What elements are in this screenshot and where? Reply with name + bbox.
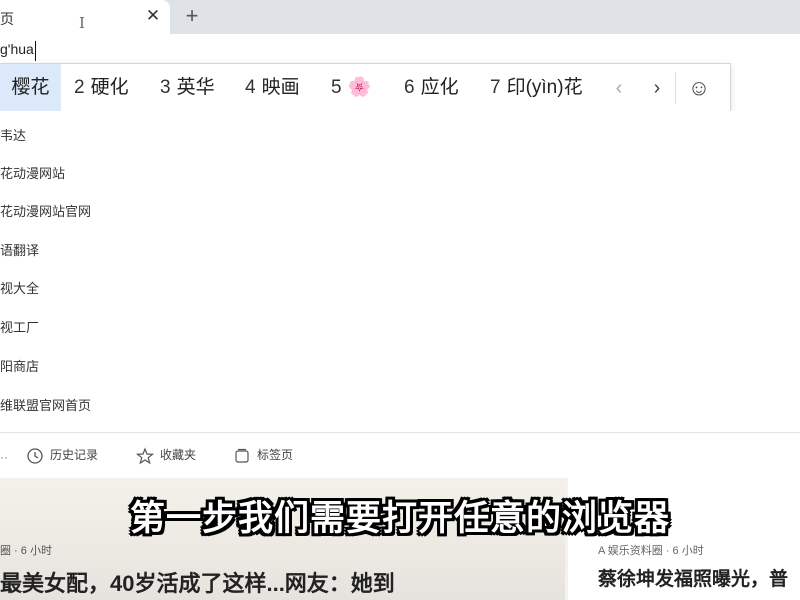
video-caption: 第一步我们需要打开任意的浏览器: [129, 499, 670, 538]
emoji-icon[interactable]: ☺: [686, 64, 712, 112]
ime-prev-page-icon[interactable]: ‹: [606, 64, 632, 112]
suggestion-item[interactable]: 语翻译: [0, 239, 39, 263]
ime-candidate-bar: 樱花 2 硬化 3 英华 4 映画 5 🌸 6 应化 7 印(yìn)花 ‹ › ☺: [0, 63, 731, 113]
more-dots-icon: ··: [0, 450, 8, 464]
ime-candidate-5[interactable]: 5 🌸: [331, 64, 371, 112]
text-cursor-icon: I: [79, 14, 85, 32]
suggestion-item[interactable]: 韦达: [0, 124, 26, 148]
tab-title: 页: [0, 11, 14, 27]
star-icon: [135, 447, 155, 465]
ime-candidate-text: 映画: [261, 77, 300, 98]
ime-candidate-number: 6: [404, 77, 415, 98]
favorites-label: 收藏夹: [160, 448, 197, 462]
tab-strip: 页 ✕ +: [0, 0, 800, 34]
suggestion-item[interactable]: 阳商店: [0, 355, 39, 379]
cherry-blossom-icon: 🌸: [347, 77, 372, 98]
close-tab-icon[interactable]: ✕: [143, 6, 163, 26]
suggestion-item[interactable]: 视大全: [0, 277, 39, 301]
shortcut-row: ·· 历史记录 收藏夹 标签页: [0, 440, 800, 470]
news-meta-left: 圈 · 6 小时: [0, 545, 52, 557]
history-shortcut[interactable]: 历史记录: [26, 444, 98, 466]
tabs-label: 标签页: [257, 448, 294, 462]
ime-candidate-number: 7: [490, 77, 501, 98]
history-icon: [27, 448, 43, 464]
dropdown-divider: [0, 432, 800, 433]
ime-candidate-1[interactable]: 樱花: [0, 64, 61, 112]
ime-candidate-3[interactable]: 3 英华: [160, 64, 215, 112]
browser-tab[interactable]: 页 ✕: [0, 0, 170, 34]
ime-next-page-icon[interactable]: ›: [644, 64, 670, 112]
tabs-icon: [235, 448, 249, 463]
ime-candidate-number: 2: [74, 77, 85, 98]
address-bar[interactable]: g'hua: [0, 34, 800, 66]
history-label: 历史记录: [50, 448, 99, 462]
ime-candidate-4[interactable]: 4 映画: [245, 64, 300, 112]
suggestion-item[interactable]: 视工厂: [0, 316, 39, 340]
news-headline-right[interactable]: 蔡徐坤发福照曝光，普: [598, 564, 800, 591]
suggestion-item[interactable]: 花动漫网站: [0, 162, 65, 186]
tabs-shortcut[interactable]: 标签页: [233, 444, 293, 466]
suggestion-item[interactable]: 维联盟官网首页: [0, 394, 91, 418]
ime-candidate-number: 3: [160, 77, 171, 98]
address-input[interactable]: g'hua: [0, 41, 36, 61]
suggestion-item[interactable]: 花动漫网站官网: [0, 200, 91, 224]
ime-candidate-number: 5: [331, 77, 342, 98]
ime-candidate-text: 硬化: [90, 77, 129, 98]
ime-candidate-number: 4: [245, 77, 256, 98]
ime-candidate-6[interactable]: 6 应化: [404, 64, 459, 112]
ime-candidate-text: 英华: [176, 77, 215, 98]
favorites-shortcut[interactable]: 收藏夹: [135, 444, 197, 466]
ime-candidate-text: 樱花: [11, 77, 50, 98]
ime-candidate-text: 应化: [420, 77, 459, 98]
ime-divider: [675, 72, 676, 104]
news-meta-right: A 娱乐资料圈 · 6 小时: [598, 545, 704, 557]
ime-candidate-2[interactable]: 2 硬化: [74, 64, 129, 112]
ime-candidate-text: 印(yìn)花: [506, 77, 583, 98]
news-headline-left[interactable]: 最美女配，40岁活成了这样...网友：她到: [0, 566, 395, 598]
new-tab-button[interactable]: +: [180, 4, 204, 28]
ime-candidate-7[interactable]: 7 印(yìn)花: [490, 64, 583, 112]
suggestion-dropdown: 韦达 花动漫网站 花动漫网站官网 语翻译 视大全 视工厂 阳商店 维联盟官网首页: [0, 111, 800, 431]
